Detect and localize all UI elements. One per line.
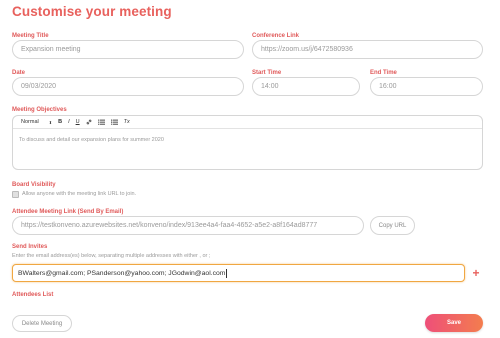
allow-anyone-label: Allow anyone with the meeting link URL t… <box>22 191 137 197</box>
start-time-value: 14:00 <box>261 83 279 90</box>
underline-icon[interactable]: U <box>76 119 80 125</box>
attendees-list-label: Attendees List <box>12 292 54 298</box>
ordered-list-icon[interactable] <box>97 119 105 125</box>
send-invites-hint: Enter the email address(es) below, separ… <box>12 253 211 259</box>
bold-icon[interactable]: B <box>58 119 62 125</box>
date-input[interactable]: 09/03/2020 <box>12 77 244 96</box>
attendee-link-input[interactable]: https://testkonveno.azurewebsites.net/ko… <box>12 216 364 235</box>
attendee-link-value: https://testkonveno.azurewebsites.net/ko… <box>21 222 318 229</box>
bullet-list-icon[interactable] <box>110 119 118 125</box>
date-label: Date <box>12 70 26 76</box>
conference-link-input[interactable]: https://zoom.us/j/6472580936 <box>252 40 483 59</box>
clear-format-icon[interactable]: Tx <box>124 119 130 125</box>
invite-emails-value: BWalters@gmail.com; PSanderson@yahoo.com… <box>18 269 226 277</box>
text-cursor <box>226 268 227 278</box>
invite-emails-input[interactable]: BWalters@gmail.com; PSanderson@yahoo.com… <box>12 264 465 282</box>
start-time-input[interactable]: 14:00 <box>252 77 360 96</box>
style-select[interactable]: Normal ⬍ <box>21 119 52 125</box>
page-title: Customise your meeting <box>12 4 172 19</box>
objectives-editor[interactable]: Normal ⬍ B I U Tx To discuss and detail … <box>12 115 483 170</box>
end-time-input[interactable]: 16:00 <box>370 77 483 96</box>
link-icon[interactable] <box>86 119 92 125</box>
end-time-label: End Time <box>370 70 397 76</box>
copy-url-button[interactable]: Copy URL <box>370 216 415 235</box>
board-visibility-label: Board Visibility <box>12 182 56 188</box>
send-invites-label: Send Invites <box>12 244 48 250</box>
allow-anyone-checkbox[interactable] <box>12 191 19 198</box>
save-button[interactable]: Save <box>425 314 483 332</box>
objectives-text: To discuss and detail our expansion plan… <box>19 137 164 143</box>
conference-link-label: Conference Link <box>252 33 300 39</box>
meeting-title-label: Meeting Title <box>12 33 49 39</box>
italic-icon[interactable]: I <box>68 119 70 125</box>
meeting-title-input[interactable]: Expansion meeting <box>12 40 244 59</box>
editor-toolbar: Normal ⬍ B I U Tx <box>13 116 482 129</box>
delete-meeting-button[interactable]: Delete Meeting <box>12 315 72 332</box>
conference-link-value: https://zoom.us/j/6472580936 <box>261 46 353 53</box>
end-time-value: 16:00 <box>379 83 397 90</box>
style-select-value: Normal <box>21 119 39 125</box>
select-arrow-icon: ⬍ <box>48 119 53 125</box>
date-value: 09/03/2020 <box>21 83 57 90</box>
attendee-link-label: Attendee Meeting Link (Send By Email) <box>12 209 124 215</box>
start-time-label: Start Time <box>252 70 282 76</box>
meeting-objectives-label: Meeting Objectives <box>12 107 67 113</box>
meeting-title-value: Expansion meeting <box>21 46 81 53</box>
add-invite-plus-icon[interactable]: + <box>470 266 482 280</box>
